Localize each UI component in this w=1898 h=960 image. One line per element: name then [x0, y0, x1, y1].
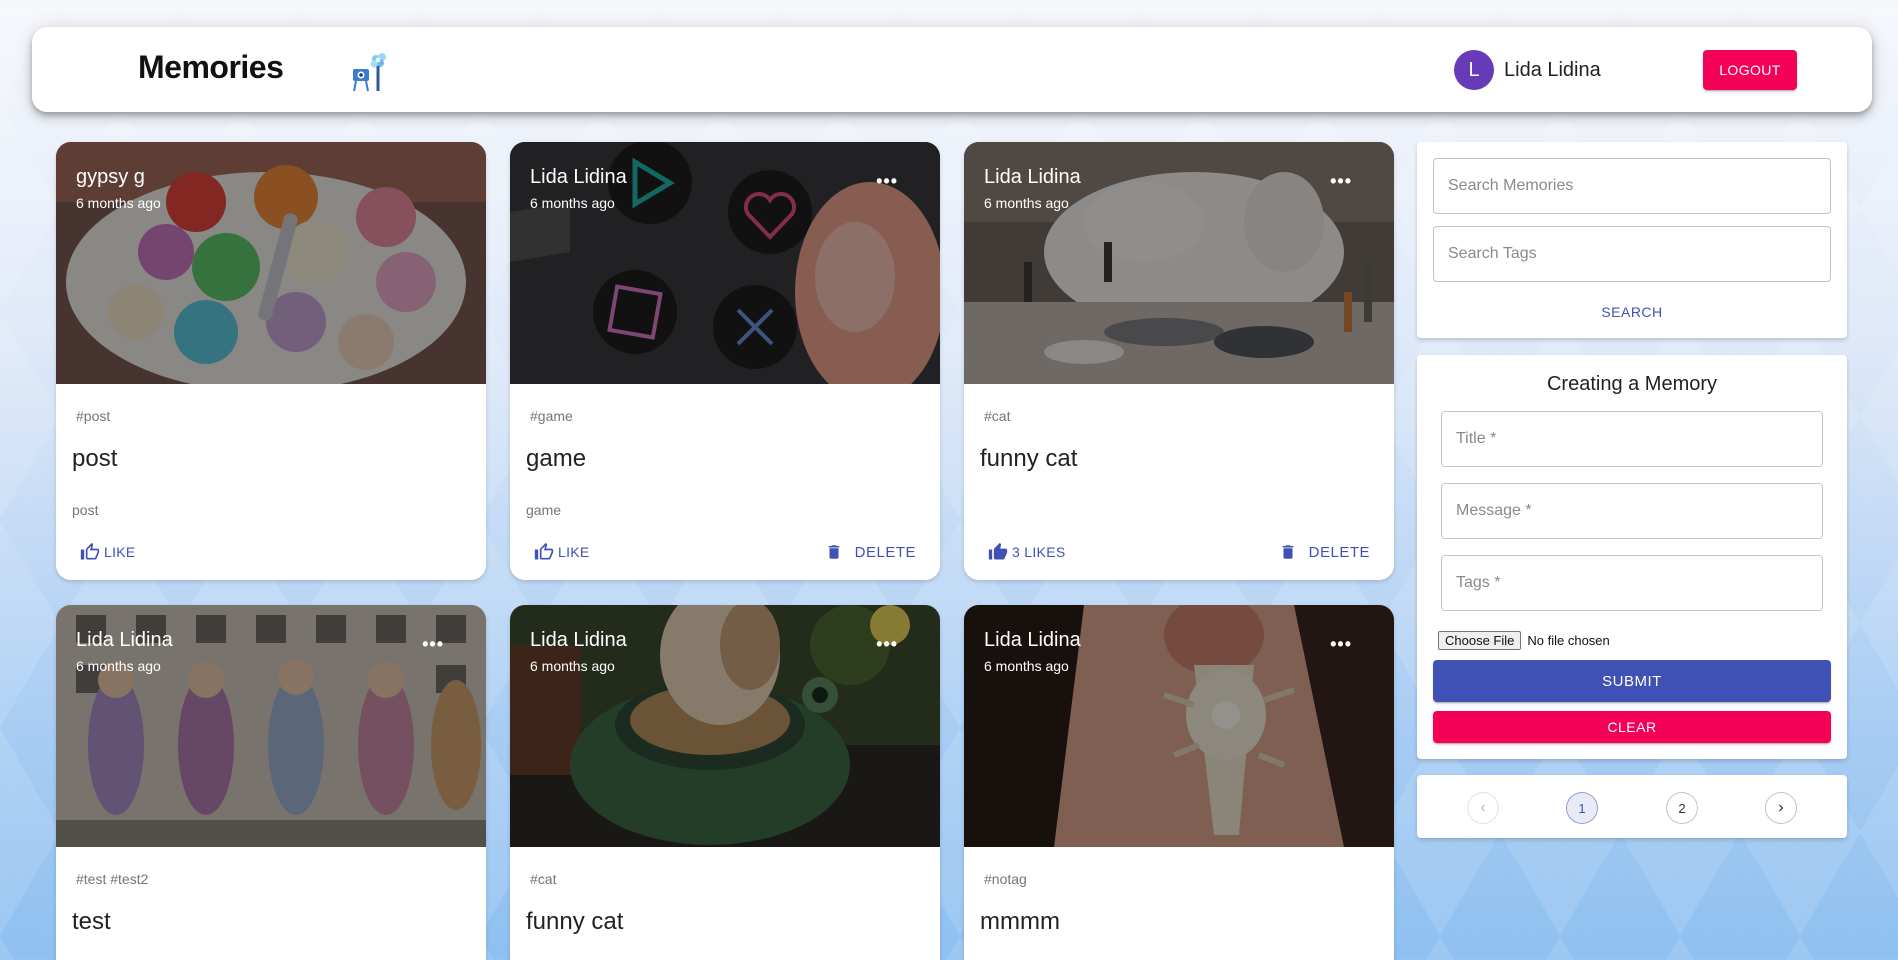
post-tags: #post: [76, 408, 111, 424]
delete-label: DELETE: [854, 543, 916, 561]
post-title: funny cat: [526, 908, 624, 935]
post-image: Lida Lidina 6 months ago •••: [964, 605, 1394, 847]
post-author: Lida Lidina: [984, 629, 1081, 651]
post-time: 6 months ago: [76, 195, 161, 211]
thumb-up-icon: [988, 542, 1008, 560]
delete-button[interactable]: DELETE: [825, 534, 916, 570]
message-placeholder: Message *: [1456, 502, 1532, 519]
delete-button[interactable]: DELETE: [1279, 534, 1370, 570]
trash-icon: [828, 545, 839, 559]
chevron-right-icon: [1779, 804, 1784, 812]
like-button[interactable]: LIKE: [534, 534, 590, 570]
thumb-up-outline-icon: [534, 542, 554, 560]
post-author: Lida Lidina: [530, 166, 627, 188]
form-title: Creating a Memory: [1546, 373, 1718, 395]
search-tags-input[interactable]: Search Tags: [1433, 226, 1831, 282]
chevron-left-icon: [1480, 804, 1485, 812]
user-name: Lida Lidina: [1504, 58, 1601, 81]
post-card: Lida Lidina 6 months ago ••• #cat funny …: [964, 142, 1394, 580]
search-memories-input[interactable]: Search Memories: [1433, 158, 1831, 214]
post-image: Lida Lidina 6 months ago •••: [510, 605, 940, 847]
trash-icon: [1282, 545, 1293, 559]
clear-button[interactable]: CLEAR: [1433, 711, 1831, 743]
pagination: 1 2: [1417, 775, 1847, 838]
post-actions: LIKE: [56, 534, 486, 570]
thumb-up-outline-icon: [80, 542, 100, 560]
like-label: LIKE: [558, 544, 590, 560]
prev-page-button[interactable]: [1467, 792, 1499, 824]
post-image: gypsy g 6 months ago: [56, 142, 486, 384]
post-card: Lida Lidina 6 months ago ••• #game game …: [510, 142, 940, 580]
search-panel: Search Memories Search Tags SEARCH: [1417, 142, 1847, 338]
brand-title[interactable]: Memories: [138, 49, 284, 86]
delete-label: DELETE: [1308, 543, 1370, 561]
like-label: LIKE: [104, 544, 136, 560]
post-title: test: [72, 908, 111, 935]
message-field[interactable]: Message *: [1441, 483, 1823, 539]
post-title: game: [526, 445, 587, 472]
tags-placeholder: Tags *: [1456, 574, 1501, 591]
logout-button[interactable]: LOGOUT: [1703, 50, 1797, 90]
post-image: Lida Lidina 6 months ago •••: [56, 605, 486, 847]
post-title: mmmm: [980, 908, 1060, 935]
choose-file-button[interactable]: Choose File: [1438, 631, 1522, 650]
post-tags: #game: [530, 408, 573, 424]
post-image: Lida Lidina 6 months ago •••: [964, 142, 1394, 384]
post-tags: #cat: [530, 871, 557, 887]
more-horiz-icon[interactable]: •••: [1330, 635, 1352, 653]
post-author: gypsy g: [76, 166, 145, 188]
like-button[interactable]: 3 LIKES: [988, 534, 1065, 570]
user-info: L Lida Lidina: [1454, 50, 1601, 90]
post-title: post: [72, 445, 118, 472]
page-button-2[interactable]: 2: [1666, 792, 1698, 824]
post-time: 6 months ago: [530, 658, 615, 674]
post-time: 6 months ago: [76, 658, 161, 674]
post-author: Lida Lidina: [76, 629, 173, 651]
post-card: Lida Lidina 6 months ago ••• #notag mmmm: [964, 605, 1394, 960]
post-title: funny cat: [980, 445, 1078, 472]
more-horiz-icon[interactable]: •••: [876, 635, 898, 653]
post-author: Lida Lidina: [984, 166, 1081, 188]
create-memory-form: Creating a Memory Title * Message * Tags…: [1417, 355, 1847, 759]
post-time: 6 months ago: [530, 195, 615, 211]
post-time: 6 months ago: [984, 195, 1069, 211]
post-tags: #cat: [984, 408, 1011, 424]
post-card: Lida Lidina 6 months ago ••• #cat funny …: [510, 605, 940, 960]
post-actions: 3 LIKES DELETE: [964, 534, 1394, 570]
more-horiz-icon[interactable]: •••: [1330, 172, 1352, 190]
like-button[interactable]: LIKE: [80, 534, 136, 570]
post-tags: #test #test2: [76, 871, 149, 887]
file-status: No file chosen: [1527, 633, 1610, 648]
file-input: Choose File No file chosen: [1438, 631, 1610, 650]
more-horiz-icon[interactable]: •••: [422, 635, 444, 653]
search-memories-placeholder: Search Memories: [1448, 177, 1574, 194]
post-card: gypsy g 6 months ago #post post post LIK…: [56, 142, 486, 580]
like-label: 3 LIKES: [1012, 544, 1066, 560]
page-button-1[interactable]: 1: [1566, 792, 1598, 824]
post-image: Lida Lidina 6 months ago •••: [510, 142, 940, 384]
title-placeholder: Title *: [1456, 430, 1497, 447]
more-horiz-icon[interactable]: •••: [876, 172, 898, 190]
post-card: Lida Lidina 6 months ago ••• #test #test…: [56, 605, 486, 960]
search-tags-placeholder: Search Tags: [1448, 245, 1537, 262]
app-bar: Memories L Lida Lidina LOGOUT: [32, 27, 1872, 112]
next-page-button[interactable]: [1765, 792, 1797, 824]
memories-logo-icon: [350, 49, 390, 93]
submit-button[interactable]: SUBMIT: [1433, 660, 1831, 702]
avatar[interactable]: L: [1454, 50, 1494, 90]
post-time: 6 months ago: [984, 658, 1069, 674]
post-actions: LIKE DELETE: [510, 534, 940, 570]
post-message: game: [526, 502, 562, 518]
title-field[interactable]: Title *: [1441, 411, 1823, 467]
search-button[interactable]: SEARCH: [1433, 294, 1831, 330]
tags-field[interactable]: Tags *: [1441, 555, 1823, 611]
post-message: post: [72, 502, 99, 518]
post-tags: #notag: [984, 871, 1027, 887]
post-author: Lida Lidina: [530, 629, 627, 651]
